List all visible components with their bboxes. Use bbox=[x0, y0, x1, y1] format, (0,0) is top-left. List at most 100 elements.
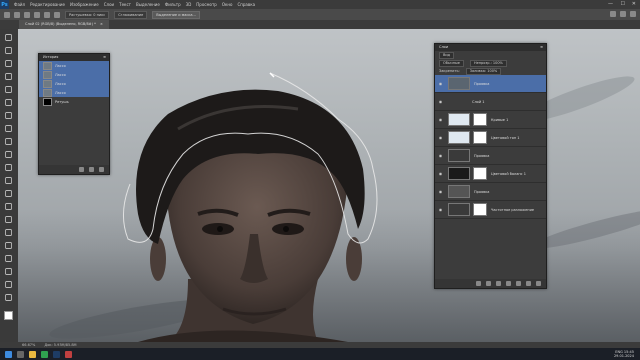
home-icon[interactable] bbox=[4, 11, 10, 18]
history-brush-tool-icon[interactable] bbox=[4, 150, 13, 159]
visibility-eye-icon[interactable]: ◉ bbox=[437, 153, 444, 158]
system-tray[interactable]: ENG 15:45 29.01.2024 bbox=[614, 350, 634, 358]
crop-tool-icon[interactable] bbox=[4, 85, 13, 94]
layer-row[interactable]: ◉ Проявка bbox=[435, 147, 546, 165]
blur-tool-icon[interactable] bbox=[4, 189, 13, 198]
visibility-eye-icon[interactable]: ◉ bbox=[437, 189, 444, 194]
menu-image[interactable]: Изображение bbox=[70, 2, 99, 7]
menu-3d[interactable]: 3D bbox=[186, 2, 192, 7]
history-row[interactable]: Лассо bbox=[39, 79, 109, 88]
history-row[interactable]: Лассо bbox=[39, 88, 109, 97]
menu-edit[interactable]: Редактирование bbox=[30, 2, 65, 7]
visibility-eye-icon[interactable]: ◉ bbox=[437, 99, 444, 104]
share-icon[interactable] bbox=[630, 11, 636, 17]
quick-select-tool-icon[interactable] bbox=[4, 72, 13, 81]
search-icon[interactable] bbox=[17, 350, 24, 358]
intersect-selection-icon[interactable] bbox=[54, 11, 60, 18]
menu-file[interactable]: Файл bbox=[14, 2, 25, 7]
panel-menu-icon[interactable]: ≡ bbox=[540, 44, 543, 51]
layer-filter-select[interactable]: Вид bbox=[439, 51, 455, 59]
history-row[interactable]: Лассо bbox=[39, 70, 109, 79]
layer-mask-thumbnail[interactable] bbox=[473, 113, 487, 126]
blend-mode-select[interactable]: Обычные bbox=[439, 59, 464, 67]
clone-stamp-tool-icon[interactable] bbox=[4, 137, 13, 146]
more-tools-icon[interactable] bbox=[4, 293, 13, 302]
new-layer-icon[interactable] bbox=[526, 281, 531, 286]
layer-mask-thumbnail[interactable] bbox=[473, 203, 487, 216]
new-document-icon[interactable] bbox=[79, 167, 84, 172]
layer-mask-thumbnail[interactable] bbox=[473, 131, 487, 144]
healing-brush-tool-icon[interactable] bbox=[4, 111, 13, 120]
layer-row[interactable]: ◉ Цветовой тон 1 bbox=[435, 129, 546, 147]
add-mask-icon[interactable] bbox=[496, 281, 501, 286]
layer-row[interactable]: ◉ Слой 1 bbox=[435, 93, 546, 111]
lasso-icon[interactable] bbox=[14, 11, 20, 18]
lasso-tool-icon[interactable] bbox=[4, 59, 13, 68]
hand-tool-icon[interactable] bbox=[4, 267, 13, 276]
brush-tool-icon[interactable] bbox=[4, 124, 13, 133]
layer-row[interactable]: ◉ Проявка bbox=[435, 75, 546, 93]
menu-layers[interactable]: Слои bbox=[104, 2, 114, 7]
menu-filter[interactable]: Фильтр bbox=[165, 2, 181, 7]
app-icon[interactable] bbox=[65, 350, 72, 358]
dodge-tool-icon[interactable] bbox=[4, 202, 13, 211]
snapshot-icon[interactable] bbox=[89, 167, 94, 172]
move-tool-icon[interactable] bbox=[4, 33, 13, 42]
fill-field[interactable]: Заливка: 100% bbox=[465, 67, 502, 75]
history-row[interactable]: Лассо bbox=[39, 61, 109, 70]
opacity-field[interactable]: Непрозр.: 100% bbox=[469, 59, 507, 67]
app-logo[interactable]: Ps bbox=[0, 0, 9, 9]
new-selection-icon[interactable] bbox=[24, 11, 30, 18]
layers-panel-header[interactable]: Слои ≡ bbox=[435, 44, 546, 51]
visibility-eye-icon[interactable]: ◉ bbox=[437, 171, 444, 176]
visibility-eye-icon[interactable]: ◉ bbox=[437, 135, 444, 140]
menu-select[interactable]: Выделение bbox=[136, 2, 160, 7]
document-tab[interactable]: Слой 02 (RGB/8) (Выделено, RGB/8#) * × bbox=[19, 20, 109, 29]
visibility-eye-icon[interactable]: ◉ bbox=[437, 81, 444, 86]
layer-row[interactable]: ◉ Проявка bbox=[435, 183, 546, 201]
panel-menu-icon[interactable]: ≡ bbox=[103, 54, 106, 61]
layer-row[interactable]: ◉ Цветовой баланс 1 bbox=[435, 165, 546, 183]
adjustment-icon[interactable] bbox=[506, 281, 511, 286]
visibility-eye-icon[interactable]: ◉ bbox=[437, 117, 444, 122]
photoshop-taskbar-icon[interactable] bbox=[53, 350, 60, 358]
menu-type[interactable]: Текст bbox=[119, 2, 131, 7]
zoom-tool-icon[interactable] bbox=[4, 280, 13, 289]
trash-icon[interactable] bbox=[536, 281, 541, 286]
minimize-button[interactable]: — bbox=[608, 1, 613, 7]
document-tab-close[interactable]: × bbox=[100, 22, 103, 26]
feather-field[interactable]: Растушевка: 0 пикс bbox=[65, 10, 110, 19]
start-icon[interactable] bbox=[5, 350, 12, 358]
foreground-color-swatch[interactable] bbox=[4, 311, 13, 320]
gradient-tool-icon[interactable] bbox=[4, 176, 13, 185]
fx-icon[interactable] bbox=[486, 281, 491, 286]
add-selection-icon[interactable] bbox=[34, 11, 40, 18]
folder-icon[interactable] bbox=[516, 281, 521, 286]
eyedropper-tool-icon[interactable] bbox=[4, 98, 13, 107]
trash-icon[interactable] bbox=[99, 167, 104, 172]
select-and-mask-button[interactable]: Выделение и маска... bbox=[152, 10, 200, 19]
rectangle-tool-icon[interactable] bbox=[4, 254, 13, 263]
menu-help[interactable]: Справка bbox=[237, 2, 255, 7]
browser-icon[interactable] bbox=[41, 350, 48, 358]
eraser-tool-icon[interactable] bbox=[4, 163, 13, 172]
type-tool-icon[interactable] bbox=[4, 228, 13, 237]
workspace-icon[interactable] bbox=[620, 11, 626, 17]
pen-tool-icon[interactable] bbox=[4, 215, 13, 224]
explorer-icon[interactable] bbox=[29, 350, 36, 358]
antialias-checkbox[interactable]: Сглаживание bbox=[114, 10, 148, 19]
zoom-level[interactable]: 66.67% bbox=[22, 343, 35, 347]
path-select-tool-icon[interactable] bbox=[4, 241, 13, 250]
layer-row[interactable]: ◉ Частотное разложение bbox=[435, 201, 546, 219]
layer-mask-thumbnail[interactable] bbox=[473, 167, 487, 180]
visibility-eye-icon[interactable]: ◉ bbox=[437, 207, 444, 212]
history-panel-header[interactable]: История ≡ bbox=[39, 54, 109, 61]
history-row[interactable]: Ретушь bbox=[39, 97, 109, 106]
link-icon[interactable] bbox=[476, 281, 481, 286]
close-button[interactable]: ✕ bbox=[632, 1, 636, 7]
menu-window[interactable]: Окно bbox=[222, 2, 233, 7]
maximize-button[interactable]: ☐ bbox=[621, 1, 625, 7]
layer-row[interactable]: ◉ Кривые 1 bbox=[435, 111, 546, 129]
search-icon[interactable] bbox=[610, 11, 616, 17]
subtract-selection-icon[interactable] bbox=[44, 11, 50, 18]
